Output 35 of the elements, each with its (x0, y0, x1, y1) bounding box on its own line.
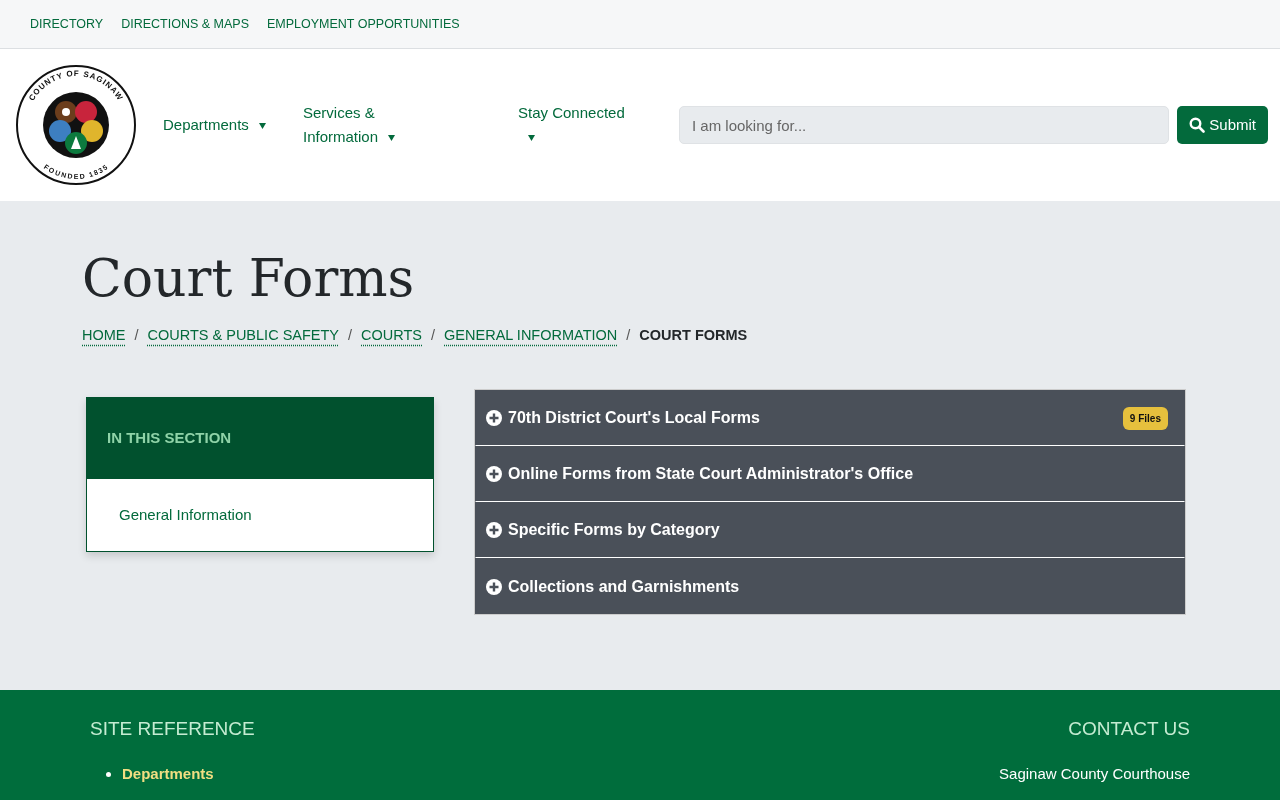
breadcrumb-link[interactable]: GENERAL INFORMATION (444, 325, 618, 348)
breadcrumb-separator: / (134, 326, 139, 346)
page-title: Court Forms (82, 247, 416, 310)
section-nav-link[interactable]: General Information (87, 478, 433, 552)
nav-menu-link[interactable]: Stay Connected (518, 101, 638, 149)
utility-link[interactable]: EMPLOYMENT OPPORTUNITIES (266, 14, 460, 34)
bullet-icon (106, 771, 111, 777)
breadcrumb-link[interactable]: HOME (82, 325, 126, 348)
breadcrumb-separator: / (626, 326, 631, 346)
nav-menu-link[interactable]: Departments (163, 113, 266, 137)
contact-text: Saginaw County Courthouse (999, 763, 1190, 784)
search-icon (1189, 117, 1206, 133)
breadcrumb-current: COURT FORMS (639, 326, 748, 346)
breadcrumb-link[interactable]: COURTS (361, 325, 423, 348)
plus-circle-icon (486, 410, 502, 427)
utility-link[interactable]: DIRECTORY (30, 14, 104, 34)
breadcrumb-separator: / (348, 326, 353, 346)
file-count-badge: 9 Files (1122, 406, 1168, 430)
nav-menu-link[interactable]: Services & Information (303, 101, 423, 149)
accordion-header[interactable]: Collections and Garnishments (475, 558, 1185, 615)
footer-link[interactable]: Departments (122, 762, 214, 786)
search-field[interactable]: I am looking for... (679, 106, 1170, 144)
accordion-header[interactable]: 70th District Court's Local Forms 9 Files (475, 390, 1185, 447)
footer-heading: SITE REFERENCE (90, 718, 255, 741)
submit-button[interactable]: Submit (1177, 106, 1268, 144)
accordion-header[interactable]: Specific Forms by Category (475, 502, 1185, 559)
plus-circle-icon (486, 578, 502, 595)
section-heading: IN THIS SECTION (87, 398, 433, 479)
breadcrumb-link[interactable]: COURTS & PUBLIC SAFETY (147, 325, 340, 348)
plus-circle-icon (486, 522, 502, 539)
accordion-header[interactable]: Online Forms from State Court Administrator's Office (475, 446, 1185, 503)
breadcrumb-separator: / (431, 326, 436, 346)
utility-link[interactable]: DIRECTIONS & MAPS (121, 14, 249, 34)
plus-circle-icon (486, 466, 502, 483)
footer-heading: CONTACT US (1067, 718, 1190, 741)
